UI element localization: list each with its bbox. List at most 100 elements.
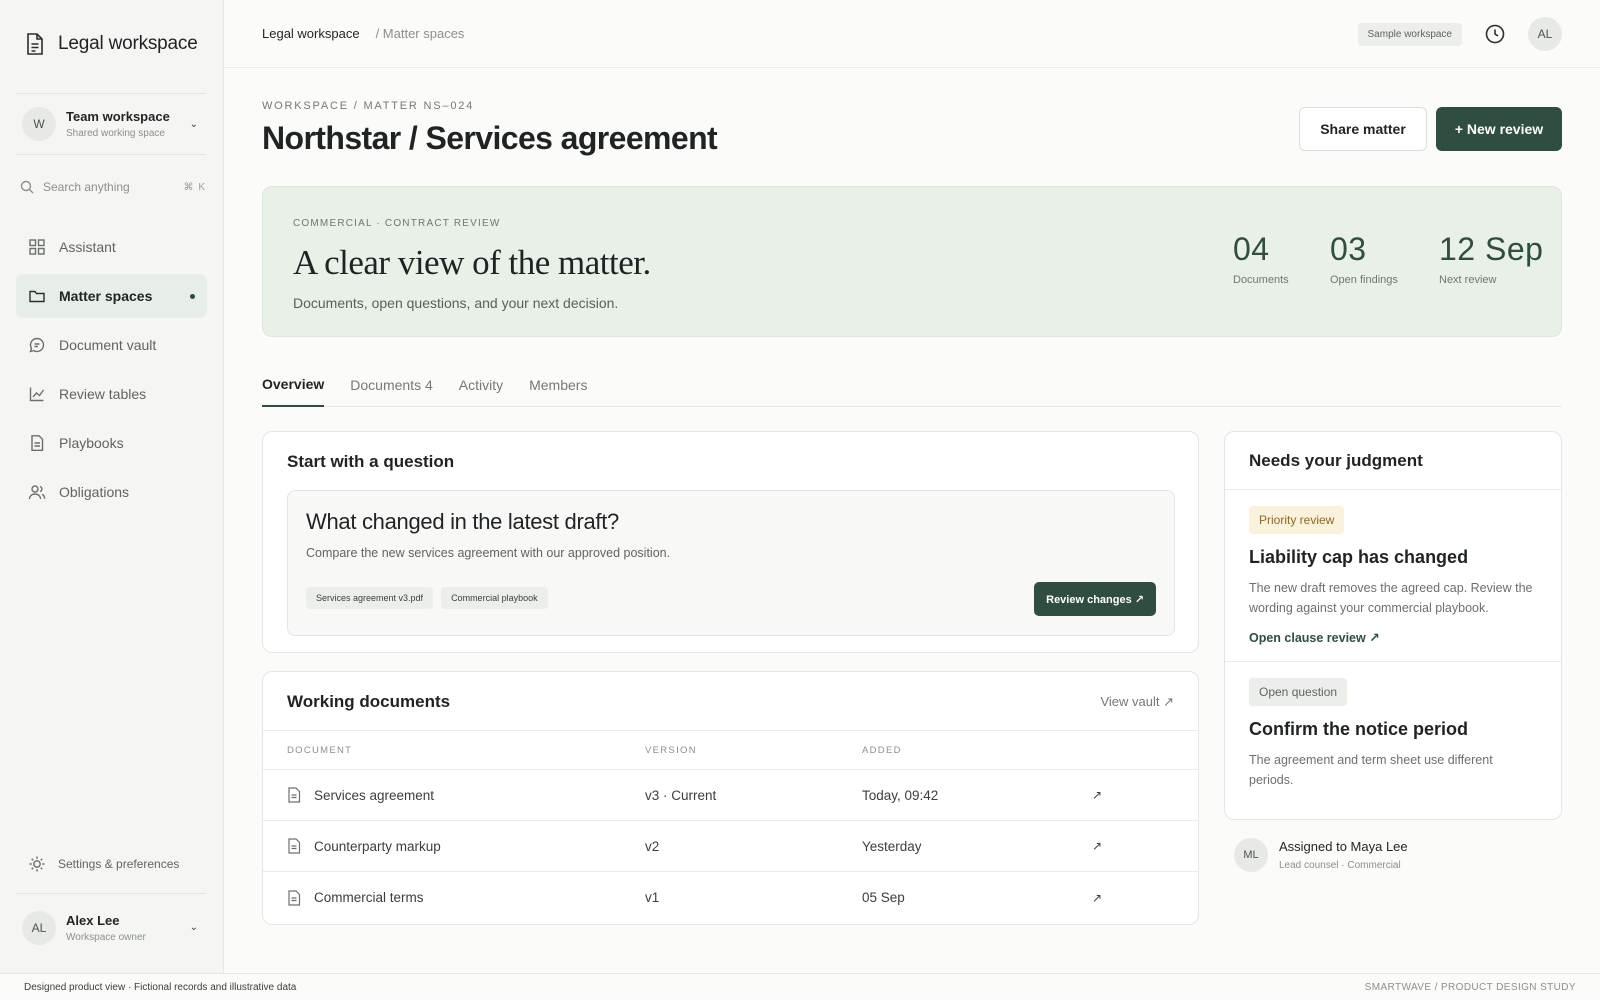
question-subtitle: Compare the new services agreement with … xyxy=(306,546,671,560)
main-content: Legal workspace / Matter spaces Sample w… xyxy=(224,0,1600,973)
hero-subtitle: Documents, open questions, and your next… xyxy=(293,295,619,311)
workspace-subtitle: Shared working space xyxy=(66,128,165,139)
context-chip[interactable]: Commercial playbook xyxy=(441,587,548,609)
suggested-question[interactable]: What changed in the latest draft? Compar… xyxy=(287,490,1175,636)
grid-icon xyxy=(29,239,45,255)
file-icon xyxy=(31,435,44,451)
avatar: AL xyxy=(22,910,56,945)
table-row[interactable]: Commercial terms v1 05 Sep ↗ xyxy=(263,872,1198,923)
user-role: Workspace owner xyxy=(66,931,146,943)
sidebar-item-assistant[interactable]: Assistant xyxy=(16,225,207,269)
avatar: ML xyxy=(1234,838,1268,872)
hero-title: A clear view of the matter. xyxy=(293,243,651,282)
matter-tabs: Overview Documents 4 Activity Members xyxy=(262,360,1562,407)
table-row[interactable]: Counterparty markup v2 Yesterday ↗ xyxy=(263,821,1198,872)
finding-text: The agreement and term sheet use differe… xyxy=(1249,753,1493,787)
documents-table: DOCUMENT VERSION ADDED Services agreemen… xyxy=(263,730,1198,923)
column-header: VERSION xyxy=(645,744,697,756)
avatar[interactable]: AL xyxy=(1528,17,1562,51)
tab-members[interactable]: Members xyxy=(529,360,587,407)
settings-link[interactable]: Settings & preferences xyxy=(28,855,179,873)
document-added: 05 Sep xyxy=(862,890,905,905)
search-shortcut: ⌘ K xyxy=(183,181,206,193)
chevron-down-icon: ⌄ xyxy=(189,922,198,933)
sidebar-item-label: Review tables xyxy=(59,386,147,402)
assignee: ML Assigned to Maya Lee Lead counsel · C… xyxy=(1234,838,1408,872)
open-document-icon[interactable]: ↗ xyxy=(1092,788,1152,802)
stat-next-review: 12 Sep Next review xyxy=(1439,231,1543,286)
sidebar-item-obligations[interactable]: Obligations xyxy=(16,470,207,514)
tab-activity[interactable]: Activity xyxy=(459,360,503,407)
sample-workspace-badge: Sample workspace xyxy=(1357,22,1462,46)
open-document-icon[interactable]: ↗ xyxy=(1092,839,1152,853)
sidebar-item-matter-spaces[interactable]: Matter spaces xyxy=(16,274,207,318)
sidebar-item-label: Playbooks xyxy=(59,435,124,451)
users-icon xyxy=(28,485,46,500)
settings-label: Settings & preferences xyxy=(58,857,180,871)
finding-title: Liability cap has changed xyxy=(1249,547,1469,567)
column-header: DOCUMENT xyxy=(287,744,353,756)
file-icon xyxy=(288,838,301,854)
document-name: Services agreement xyxy=(314,787,435,803)
question-card: Start with a question What changed in th… xyxy=(262,431,1199,653)
context-chip[interactable]: Services agreement v3.pdf xyxy=(306,587,434,609)
sidebar-item-playbooks[interactable]: Playbooks xyxy=(16,421,207,465)
search-placeholder: Search anything xyxy=(43,180,130,194)
assignee-role: Lead counsel · Commercial xyxy=(1279,860,1401,871)
page-footer: Designed product view · Fictional record… xyxy=(0,973,1600,1000)
tab-documents[interactable]: Documents 4 xyxy=(350,360,432,407)
sidebar-item-document-vault[interactable]: Document vault xyxy=(16,323,207,367)
topbar: Legal workspace / Matter spaces Sample w… xyxy=(224,0,1600,68)
stat-label: Documents xyxy=(1233,274,1289,286)
document-name: Counterparty markup xyxy=(314,838,441,854)
history-button[interactable] xyxy=(1484,23,1506,45)
page-eyebrow: WORKSPACE / MATTER NS–024 xyxy=(262,100,475,112)
user-name: Alex Lee xyxy=(66,912,120,928)
user-menu[interactable]: AL Alex Lee Workspace owner ⌄ xyxy=(16,893,206,961)
open-clause-review-link[interactable]: Open clause review ↗ xyxy=(1249,630,1537,645)
stat-label: Open findings xyxy=(1330,274,1398,286)
brand-title: Legal workspace xyxy=(58,33,198,54)
stat-value: 04 xyxy=(1233,231,1270,267)
app-shell: Legal workspace W Team workspace Shared … xyxy=(0,0,1600,973)
document-version: v2 xyxy=(645,838,660,854)
active-indicator-dot xyxy=(190,293,195,299)
stat-documents: 04 Documents xyxy=(1233,231,1289,286)
hero-eyebrow: COMMERCIAL · CONTRACT REVIEW xyxy=(293,218,501,229)
breadcrumb-current[interactable]: / Matter spaces xyxy=(376,26,465,41)
open-document-icon[interactable]: ↗ xyxy=(1092,891,1152,905)
share-matter-button[interactable]: Share matter xyxy=(1299,107,1427,151)
workspace-switcher[interactable]: W Team workspace Shared working space ⌄ xyxy=(16,93,206,155)
folder-icon xyxy=(29,290,45,303)
card-title: Start with a question xyxy=(287,452,455,471)
document-name: Commercial terms xyxy=(314,890,424,905)
review-changes-button[interactable]: Review changes ↗ xyxy=(1034,582,1156,616)
workspace-name: Team workspace xyxy=(66,109,170,124)
table-row[interactable]: Services agreement v3 · Current Today, 0… xyxy=(263,770,1198,821)
status-badge: Open question xyxy=(1249,678,1348,706)
working-documents-card: Working documents View vault ↗ DOCUMENT … xyxy=(262,671,1199,925)
document-added: Yesterday xyxy=(862,838,922,854)
chevron-down-icon: ⌄ xyxy=(189,118,198,130)
question-title: What changed in the latest draft? xyxy=(306,509,619,534)
search-input[interactable]: Search anything ⌘ K xyxy=(20,177,206,197)
view-vault-link[interactable]: View vault ↗ xyxy=(1100,694,1174,710)
stat-open-findings: 03 Open findings xyxy=(1330,231,1398,286)
matter-summary-banner: COMMERCIAL · CONTRACT REVIEW A clear vie… xyxy=(262,186,1562,337)
new-review-button[interactable]: + New review xyxy=(1436,107,1562,151)
stat-value: 03 xyxy=(1330,231,1367,267)
brand[interactable]: Legal workspace xyxy=(24,32,198,56)
sidebar-item-label: Obligations xyxy=(59,484,130,500)
sidebar-item-label: Assistant xyxy=(59,239,116,255)
tab-overview[interactable]: Overview xyxy=(262,360,325,407)
sidebar-nav: Assistant Matter spaces Document vault R… xyxy=(16,225,207,519)
footer-note: Designed product view · Fictional record… xyxy=(24,981,297,993)
sidebar-item-review-tables[interactable]: Review tables xyxy=(16,372,207,416)
sidebar-item-label: Document vault xyxy=(59,337,157,353)
search-icon xyxy=(20,180,34,194)
file-icon xyxy=(288,787,301,803)
stat-value: 12 Sep xyxy=(1439,231,1544,267)
breadcrumb-root[interactable]: Legal workspace xyxy=(262,26,360,41)
file-icon xyxy=(288,889,301,906)
sun-settings-icon xyxy=(29,856,45,872)
